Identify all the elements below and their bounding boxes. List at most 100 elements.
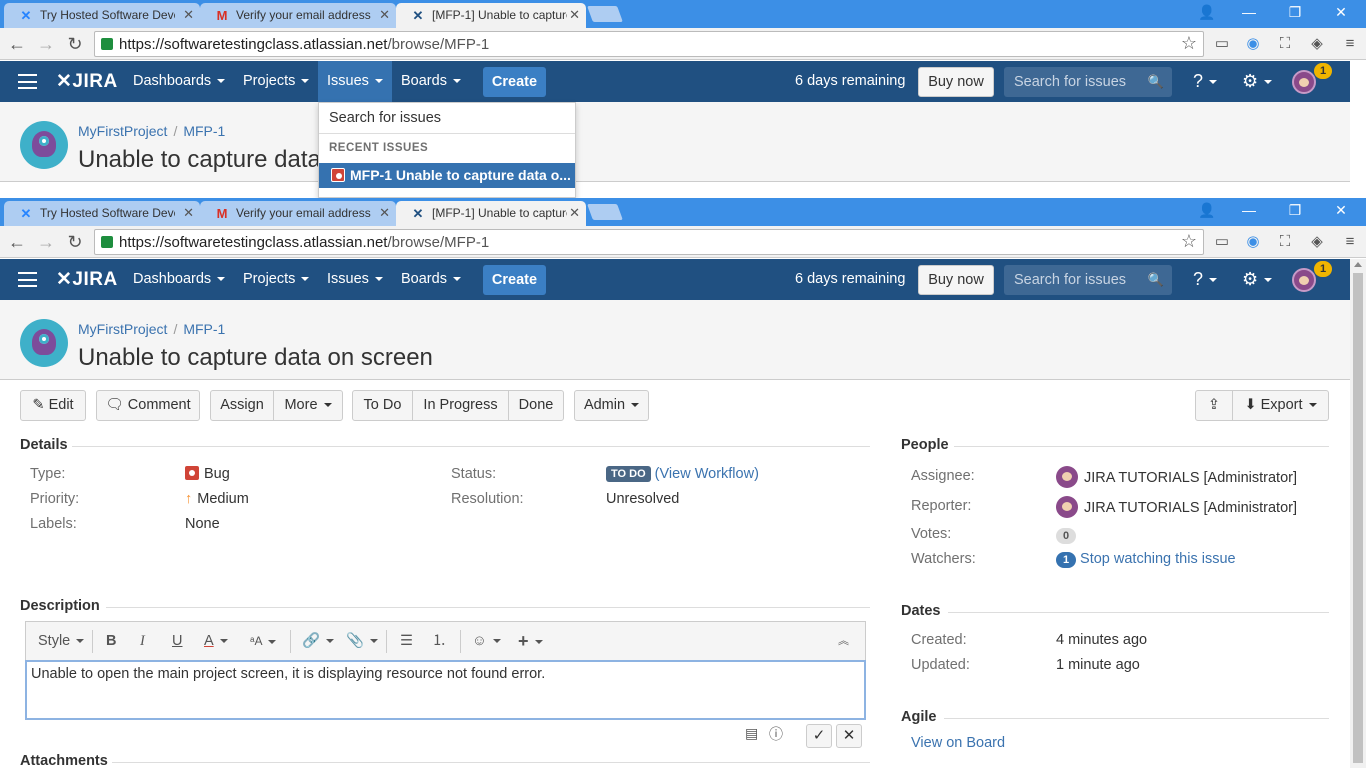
profile-icon[interactable]: 👤 <box>1184 198 1230 222</box>
eye-extension-icon[interactable]: ◈ <box>1307 233 1327 251</box>
notification-badge[interactable]: 1 <box>1314 261 1332 277</box>
in-progress-button[interactable]: In Progress <box>412 390 509 421</box>
back-icon[interactable]: ← <box>5 33 29 55</box>
close-tab-icon[interactable]: ✕ <box>569 7 580 23</box>
nav-projects[interactable]: Projects <box>243 61 310 102</box>
cast-icon[interactable]: ▭ <box>1212 233 1232 251</box>
text-color-icon[interactable]: A <box>204 622 228 661</box>
profile-icon[interactable]: 👤 <box>1184 0 1230 24</box>
nav-boards[interactable]: Boards <box>401 61 461 102</box>
todo-button[interactable]: To Do <box>352 390 413 421</box>
italic-icon[interactable]: I <box>140 622 145 661</box>
nav-projects[interactable]: Projects <box>243 259 310 300</box>
insert-more-icon[interactable]: + <box>518 622 543 661</box>
assign-button[interactable]: Assign <box>210 390 274 421</box>
new-tab-button[interactable] <box>587 6 623 22</box>
help-icon[interactable]: ? <box>1193 269 1218 289</box>
close-tab-icon[interactable]: ✕ <box>379 7 390 23</box>
comment-button[interactable]: 🗨 Comment <box>96 390 200 421</box>
back-icon[interactable]: ← <box>5 231 29 253</box>
cancel-description-button[interactable]: ✕ <box>836 724 862 748</box>
new-tab-button[interactable] <box>587 204 623 220</box>
stop-watching-link[interactable]: Stop watching this issue <box>1080 551 1236 567</box>
edit-button[interactable]: ✎ Edit <box>20 390 86 421</box>
editor-help-icon[interactable]: ⓘ <box>769 724 783 744</box>
page-scrollbar[interactable] <box>1350 259 1366 768</box>
minimize-button[interactable]: — <box>1226 198 1272 222</box>
editor-mode-icon[interactable]: ▤ <box>745 725 758 742</box>
jira-logo[interactable]: ✕JIRA <box>56 61 118 102</box>
votes-badge[interactable]: 0 <box>1056 528 1076 544</box>
style-dropdown[interactable]: Style <box>38 622 85 661</box>
attachment-icon[interactable]: 📎 <box>346 622 379 661</box>
close-tab-icon[interactable]: ✕ <box>183 7 194 23</box>
nav-issues[interactable]: Issues <box>327 259 383 300</box>
underline-icon[interactable]: U <box>172 622 182 661</box>
save-description-button[interactable]: ✓ <box>806 724 832 748</box>
scroll-up-icon[interactable] <box>1354 262 1362 267</box>
close-tab-icon[interactable]: ✕ <box>183 205 194 221</box>
tab-verify-email[interactable]: M Verify your email address ✕ <box>200 3 396 28</box>
view-workflow-link[interactable]: View Workflow <box>660 466 755 482</box>
project-avatar[interactable] <box>20 319 68 367</box>
nav-dashboards[interactable]: Dashboards <box>133 61 226 102</box>
nav-dashboards[interactable]: Dashboards <box>133 259 226 300</box>
recent-issue-mfp1[interactable]: MFP-1 Unable to capture data o... <box>319 163 575 188</box>
reload-icon[interactable]: ↻ <box>63 33 87 55</box>
export-button[interactable]: ⬇ Export <box>1232 390 1329 421</box>
buy-now-button[interactable]: Buy now <box>918 67 994 97</box>
done-button[interactable]: Done <box>508 390 564 421</box>
reporter-value[interactable]: JIRA TUTORIALS [Administrator] <box>1056 496 1297 518</box>
gear-icon[interactable]: ⚙ <box>1242 269 1273 289</box>
close-tab-icon[interactable]: ✕ <box>569 205 580 221</box>
close-tab-icon[interactable]: ✕ <box>379 205 390 221</box>
app-switcher-icon[interactable] <box>18 272 37 287</box>
description-editor[interactable]: Unable to open the main project screen, … <box>25 660 866 720</box>
bold-icon[interactable]: B <box>106 622 116 661</box>
tab-verify-email[interactable]: M Verify your email address ✕ <box>200 201 396 226</box>
nav-issues-active[interactable]: Issues <box>318 61 392 102</box>
breadcrumb-issue-key[interactable]: MFP-1 <box>183 321 225 337</box>
issue-summary[interactable]: Unable to capture data on screen <box>78 344 433 372</box>
tab-mfp1[interactable]: ✕ [MFP-1] Unable to capture ✕ <box>396 201 586 226</box>
close-window-button[interactable]: ✕ <box>1318 198 1364 222</box>
scrollbar-thumb[interactable] <box>1353 273 1363 763</box>
extension-icon[interactable]: ◉ <box>1243 233 1263 251</box>
link-icon[interactable]: 🔗 <box>302 622 335 661</box>
font-size-icon[interactable]: ᵃA <box>250 622 277 661</box>
gear-icon[interactable]: ⚙ <box>1242 71 1273 91</box>
extension-icon[interactable]: ◉ <box>1243 35 1263 53</box>
tab-hosted-software[interactable]: ✕ Try Hosted Software Devel ✕ <box>4 201 200 226</box>
tab-hosted-software[interactable]: ✕ Try Hosted Software Devel ✕ <box>4 3 200 28</box>
collapse-toolbar-icon[interactable]: ︽ <box>838 622 849 661</box>
minimize-button[interactable]: — <box>1226 0 1272 24</box>
help-icon[interactable]: ? <box>1193 71 1218 91</box>
search-input[interactable]: Search for issues 🔍 <box>1004 265 1172 295</box>
restore-button[interactable]: ❐ <box>1272 0 1318 24</box>
project-avatar[interactable] <box>20 121 68 169</box>
app-switcher-icon[interactable] <box>18 74 37 89</box>
forward-icon[interactable]: → <box>34 33 58 55</box>
forward-icon[interactable]: → <box>34 231 58 253</box>
user-avatar[interactable] <box>1292 268 1316 292</box>
create-button[interactable]: Create <box>483 265 546 295</box>
assignee-value[interactable]: JIRA TUTORIALS [Administrator] <box>1056 466 1297 488</box>
address-bar[interactable]: https://softwaretestingclass.atlassian.n… <box>94 31 1204 57</box>
more-button[interactable]: More <box>273 390 343 421</box>
admin-button[interactable]: Admin <box>574 390 649 421</box>
cast-icon[interactable]: ▭ <box>1212 35 1232 53</box>
eye-extension-icon[interactable]: ◈ <box>1307 35 1327 53</box>
share-button[interactable]: ⇪ <box>1195 390 1233 421</box>
address-bar[interactable]: https://softwaretestingclass.atlassian.n… <box>94 229 1204 255</box>
notification-badge[interactable]: 1 <box>1314 63 1332 79</box>
nav-boards[interactable]: Boards <box>401 259 461 300</box>
buy-now-button[interactable]: Buy now <box>918 265 994 295</box>
bookmark-star-icon[interactable]: ☆ <box>1181 231 1197 252</box>
screenshot-icon[interactable]: ⛶ <box>1275 35 1295 53</box>
restore-button[interactable]: ❐ <box>1272 198 1318 222</box>
menu-item-search-issues[interactable]: Search for issues <box>329 110 441 126</box>
emoticon-icon[interactable]: ☺ <box>472 622 501 661</box>
view-on-board-link[interactable]: View on Board <box>911 735 1005 751</box>
bullet-list-icon[interactable]: ☰ <box>400 622 413 661</box>
screenshot-icon[interactable]: ⛶ <box>1275 233 1295 251</box>
